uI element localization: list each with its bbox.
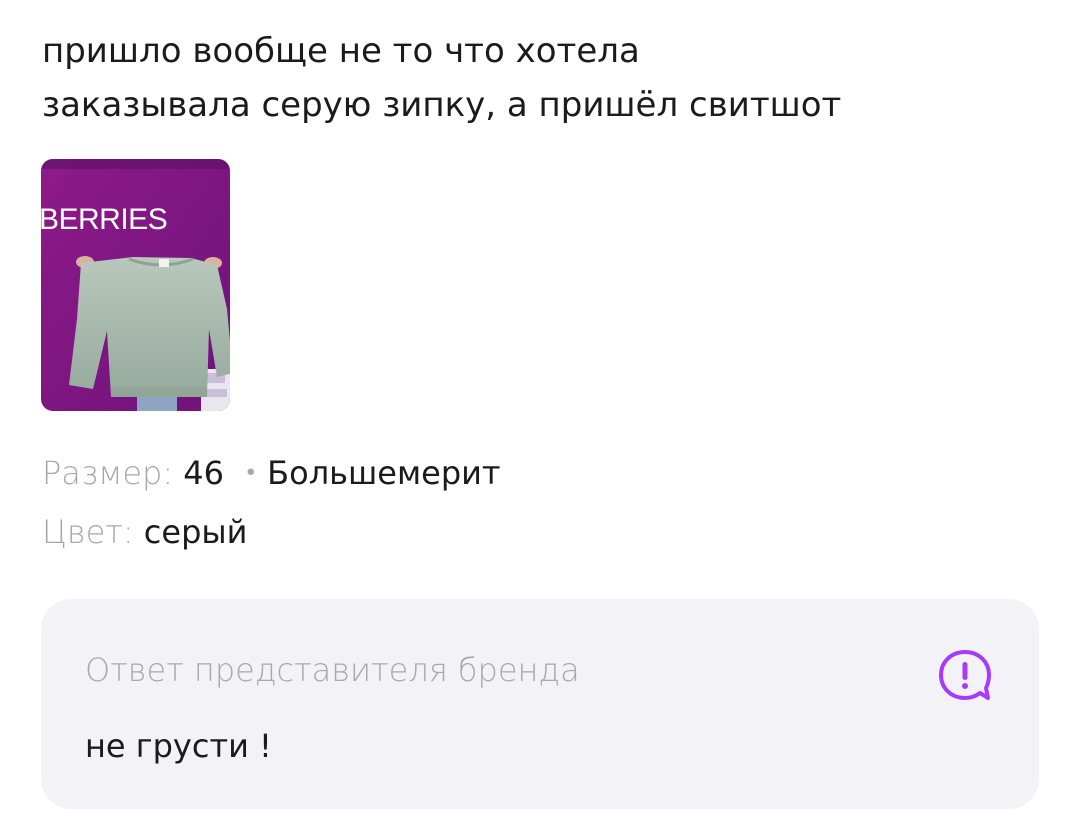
review-text: пришло вообще не то что хотела заказывал…: [42, 24, 1032, 132]
separator-dot: •: [244, 461, 258, 486]
review-photo-image: BERRIES: [41, 159, 230, 411]
brand-answer-title: Ответ представителя бренда: [85, 651, 580, 689]
color-row: Цвет: серый: [42, 505, 501, 559]
product-params: Размер: 46 • Большемерит Цвет: серый: [42, 446, 501, 559]
review-line-1: пришло вообще не то что хотела: [42, 31, 640, 71]
size-label: Размер:: [42, 454, 174, 492]
color-value: серый: [143, 513, 248, 551]
size-row: Размер: 46 • Большемерит: [42, 446, 501, 505]
photo-logo-text: BERRIES: [41, 203, 167, 236]
color-label: Цвет:: [42, 513, 134, 551]
exclamation-bubble-icon[interactable]: [933, 643, 997, 707]
fit-value: Большемерит: [267, 454, 501, 492]
review-photo[interactable]: BERRIES: [41, 159, 230, 411]
review-line-2: заказывала серую зипку, а пришёл свитшот: [42, 85, 842, 125]
brand-answer-text: не грусти !: [85, 727, 272, 765]
size-value: 46: [183, 454, 225, 492]
brand-answer-card: Ответ представителя бренда не грусти !: [41, 599, 1039, 809]
